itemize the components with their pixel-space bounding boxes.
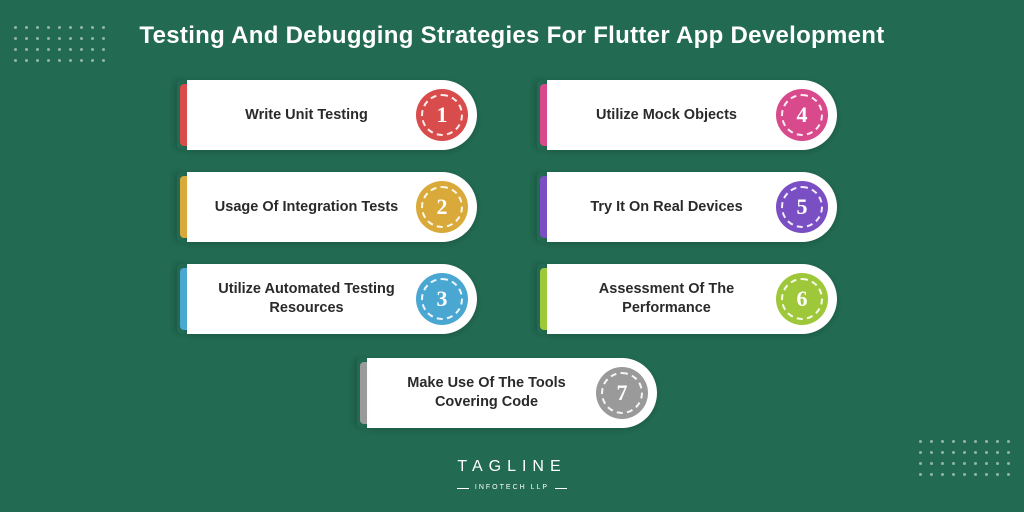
badge-number-1: 1 bbox=[416, 89, 468, 141]
right-column: Utilize Mock Objects 4 Try It On Real De… bbox=[547, 80, 837, 334]
strategy-item-3: Utilize Automated Testing Resources 3 bbox=[187, 264, 477, 334]
badge-number-3: 3 bbox=[416, 273, 468, 325]
page-title: Testing And Debugging Strategies For Flu… bbox=[0, 22, 1024, 50]
strategy-item-4: Utilize Mock Objects 4 bbox=[547, 80, 837, 150]
left-column: Write Unit Testing 1 Usage Of Integratio… bbox=[187, 80, 477, 334]
strategy-label: Assessment Of The Performance bbox=[547, 280, 776, 318]
strategy-label: Write Unit Testing bbox=[187, 106, 416, 125]
strategy-label: Usage Of Integration Tests bbox=[187, 198, 416, 217]
strategy-item-5: Try It On Real Devices 5 bbox=[547, 172, 837, 242]
strategy-item-6: Assessment Of The Performance 6 bbox=[547, 264, 837, 334]
badge-number-4: 4 bbox=[776, 89, 828, 141]
badge-number-7: 7 bbox=[596, 367, 648, 419]
strategy-label: Try It On Real Devices bbox=[547, 198, 776, 217]
brand-logo: TAGLINE INFOTECH LLP bbox=[0, 458, 1024, 494]
logo-sub-text: INFOTECH LLP bbox=[457, 484, 567, 491]
bottom-row: Make Use Of The Tools Covering Code 7 bbox=[0, 358, 1024, 428]
strategy-columns: Write Unit Testing 1 Usage Of Integratio… bbox=[0, 80, 1024, 334]
badge-number-2: 2 bbox=[416, 181, 468, 233]
strategy-item-2: Usage Of Integration Tests 2 bbox=[187, 172, 477, 242]
badge-number-6: 6 bbox=[776, 273, 828, 325]
strategy-label: Utilize Mock Objects bbox=[547, 106, 776, 125]
strategy-label: Make Use Of The Tools Covering Code bbox=[367, 374, 596, 412]
badge-number-5: 5 bbox=[776, 181, 828, 233]
logo-main-text: TAGLINE bbox=[0, 458, 1024, 476]
strategy-label: Utilize Automated Testing Resources bbox=[187, 280, 416, 318]
strategy-item-7: Make Use Of The Tools Covering Code 7 bbox=[367, 358, 657, 428]
strategy-item-1: Write Unit Testing 1 bbox=[187, 80, 477, 150]
